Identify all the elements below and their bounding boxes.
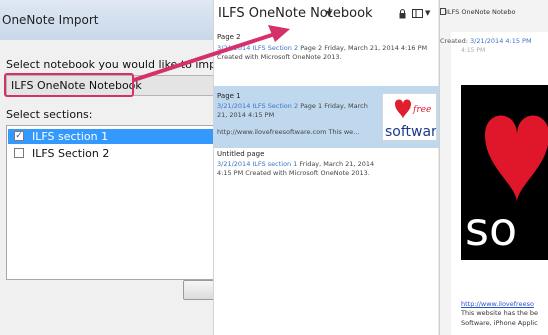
logo-free-text: free xyxy=(412,105,431,115)
created-label: Created: xyxy=(440,37,468,45)
select-notebook-label: Select notebook you would like to import… xyxy=(6,58,236,71)
notebook-highlight-box xyxy=(4,73,134,97)
notebook-title[interactable]: ILFS OneNote Notebook xyxy=(218,6,373,21)
page-title: Page 1 xyxy=(217,92,241,100)
heart-logo-graphic: so xyxy=(465,115,548,256)
page-content-pane: ILFS OneNote Notebo Created: 3/21/2014 4… xyxy=(439,0,548,335)
ilovefreesoftware-logo-image: so xyxy=(461,85,548,260)
section-label: ILFS Section 2 xyxy=(32,147,110,160)
page-link-preview: http://www.ilovefreesoftware.com This we… xyxy=(217,128,360,136)
notebook-page-list-pane: ILFS OneNote Notebook ▼ ▼ Page 2 3/21/20… xyxy=(213,0,439,335)
page-thumbnail: free software xyxy=(382,93,437,141)
page-date-section: 3/21/2014 ILFS section 1 xyxy=(217,160,298,168)
page-item-page-2[interactable]: Page 2 3/21/2014 ILFS Section 2 Page 2 F… xyxy=(214,30,439,78)
lock-icon[interactable] xyxy=(399,9,406,19)
page-meta: 3/21/2014 ILFS Section 2 Page 1 Friday, … xyxy=(217,102,377,120)
created-time: 4:15 PM xyxy=(461,47,486,54)
section-checkbox[interactable] xyxy=(14,148,24,158)
sections-list: ✓ ILFS section 1 ILFS Section 2 xyxy=(6,125,222,280)
section-label: ILFS section 1 xyxy=(32,130,109,143)
page-item-page-1[interactable]: Page 1 3/21/2014 ILFS Section 2 Page 1 F… xyxy=(214,86,439,148)
page-meta: 3/21/2014 ILFS section 1 Friday, March 2… xyxy=(217,160,387,178)
onenote-import-dialog: OneNote Import Select notebook you would… xyxy=(0,0,235,335)
page-title: Page 2 xyxy=(217,33,241,41)
section-item-ilfs-section-1[interactable]: ✓ ILFS section 1 xyxy=(8,129,220,144)
section-item-ilfs-section-2[interactable]: ILFS Section 2 xyxy=(8,146,220,161)
select-sections-label: Select sections: xyxy=(6,108,93,121)
content-line-1: This website has the be xyxy=(461,309,539,317)
chevron-down-icon[interactable]: ▼ xyxy=(425,9,430,17)
content-notebook-title: ILFS OneNote Notebo xyxy=(446,8,516,16)
page-title: Untitled page xyxy=(217,150,265,158)
dialog-title: OneNote Import xyxy=(0,0,222,40)
page-date-section: 3/21/2014 ILFS Section 2 xyxy=(217,102,299,110)
section-checkbox[interactable]: ✓ xyxy=(14,131,24,141)
page-item-untitled-page[interactable]: Untitled page 3/21/2014 ILFS section 1 F… xyxy=(214,150,439,195)
created-line: Created: 3/21/2014 4:15 PM xyxy=(440,37,532,45)
chevron-down-icon[interactable]: ▼ xyxy=(326,9,332,18)
created-value: 3/21/2014 4:15 PM xyxy=(470,37,532,45)
page-meta: 3/21/2014 ILFS Section 2 Page 2 Friday, … xyxy=(217,44,437,62)
content-line-2: Software, iPhone Applic xyxy=(461,319,538,327)
layout-icon[interactable] xyxy=(412,9,423,18)
content-link[interactable]: http://www.ilovefreeso xyxy=(461,300,534,308)
page-date-section: 3/21/2014 ILFS Section 2 xyxy=(217,44,299,52)
logo-software-text: software xyxy=(385,124,436,140)
logo-so-text: so xyxy=(465,202,517,256)
notebook-header: ILFS OneNote Notebook ▼ ▼ xyxy=(214,0,439,30)
ilovefreesoftware-logo: free software xyxy=(385,99,436,140)
